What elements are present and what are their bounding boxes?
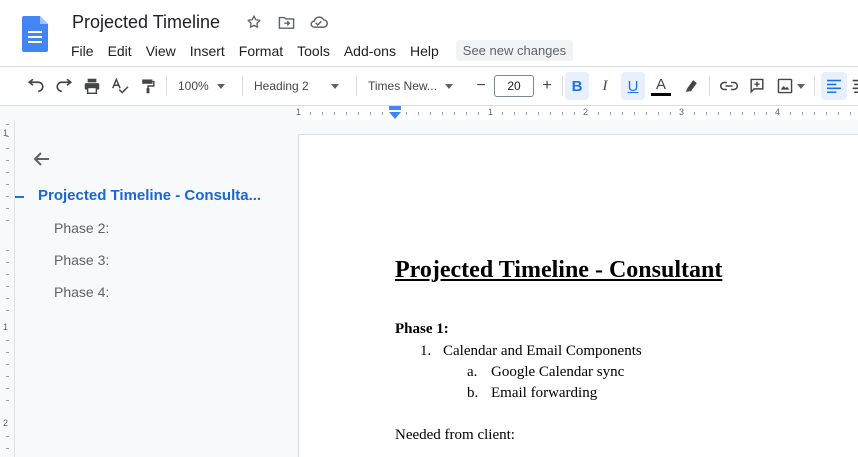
list-letter: b. [467,385,479,401]
ruler-number: 1 [3,128,9,138]
text-color-letter: A [655,75,666,93]
indent-marker-icon[interactable] [388,106,402,125]
text-color-button[interactable]: A [649,72,673,100]
spellcheck-icon[interactable] [108,72,132,100]
underline-button[interactable]: U [621,72,645,100]
phase-1-label[interactable]: Phase 1: [395,321,449,338]
align-left-icon[interactable] [821,72,847,100]
menu-add-ons[interactable]: Add-ons [337,41,403,61]
menu-tools[interactable]: Tools [290,41,337,61]
outline-item-phase-3[interactable]: Phase 3: [54,252,109,268]
undo-icon[interactable] [24,72,48,100]
document-page[interactable]: Projected Timeline - Consultant Phase 1:… [298,134,858,457]
ruler-number: 3 [679,107,685,117]
see-new-changes-button[interactable]: See new changes [455,40,574,61]
zoom-select[interactable]: 100% [178,72,234,100]
redo-icon[interactable] [52,72,76,100]
print-icon[interactable] [80,72,104,100]
bold-button[interactable]: B [565,72,589,100]
decrease-font-size-button[interactable]: − [470,72,492,100]
cloud-saved-icon[interactable] [308,12,328,32]
outline-item-phase-2[interactable]: Phase 2: [54,220,109,236]
font-select[interactable]: Times New... [368,72,462,100]
menu-insert[interactable]: Insert [183,41,232,61]
chevron-down-icon [330,83,339,89]
menu-file[interactable]: File [64,41,101,61]
docs-logo-icon[interactable] [22,16,48,52]
insert-image-icon[interactable] [773,72,809,100]
paint-format-icon[interactable] [136,72,160,100]
list-number: 1. [420,343,432,359]
italic-button[interactable]: I [593,72,617,100]
list-letter: a. [467,364,478,380]
vertical-ruler[interactable]: 1 1 2 [0,120,15,457]
align-center-icon[interactable] [851,72,858,100]
move-folder-icon[interactable] [276,12,296,32]
app-header: Projected Timeline File Edit View Insert… [0,0,858,66]
ruler-number: 2 [3,418,9,428]
text-color-swatch [651,92,671,96]
font-size-field[interactable]: 20 [494,72,534,100]
ruler-number: 4 [775,107,781,117]
menu-format[interactable]: Format [232,41,290,61]
menu-edit[interactable]: Edit [101,41,139,61]
needed-from-client-text[interactable]: Needed from client: [395,427,515,444]
outline-item-title[interactable]: Projected Timeline - Consulta... [38,187,261,204]
ruler-number: 1 [488,107,494,117]
chevron-down-icon [444,83,453,89]
increase-font-size-button[interactable]: + [536,72,558,100]
toolbar: 100% Heading 2 Times New... − 20 + B I U… [0,66,858,106]
insert-link-icon[interactable] [717,72,741,100]
star-icon[interactable] [244,12,264,32]
horizontal-ruler[interactable]: 1 1 2 3 4 [0,106,858,120]
add-comment-icon[interactable] [745,72,769,100]
outline-item-phase-4[interactable]: Phase 4: [54,284,109,300]
chevron-down-icon [216,83,225,89]
list-subitem[interactable]: Email forwarding [491,385,597,402]
font-size-value: 20 [494,75,534,97]
menu-help[interactable]: Help [403,41,446,61]
outline-active-marker [15,196,24,198]
paragraph-style-select[interactable]: Heading 2 [254,72,346,100]
document-heading[interactable]: Projected Timeline - Consultant [395,257,722,284]
ruler-page-strip: 1 1 2 3 4 [296,106,858,120]
menu-view[interactable]: View [139,41,183,61]
ruler-number: 1 [3,322,9,332]
zoom-value: 100% [178,79,209,93]
list-subitem[interactable]: Google Calendar sync [491,364,624,381]
close-outline-arrow-icon[interactable] [30,148,52,170]
ruler-number: 1 [296,107,302,117]
paragraph-style-value: Heading 2 [254,79,309,93]
list-item[interactable]: Calendar and Email Components [443,343,642,360]
ruler-number: 2 [583,107,589,117]
menu-bar: File Edit View Insert Format Tools Add-o… [64,40,574,61]
highlight-color-icon[interactable] [679,72,703,100]
document-title[interactable]: Projected Timeline [72,12,220,33]
font-value: Times New... [368,79,437,93]
chevron-down-icon [797,83,805,89]
